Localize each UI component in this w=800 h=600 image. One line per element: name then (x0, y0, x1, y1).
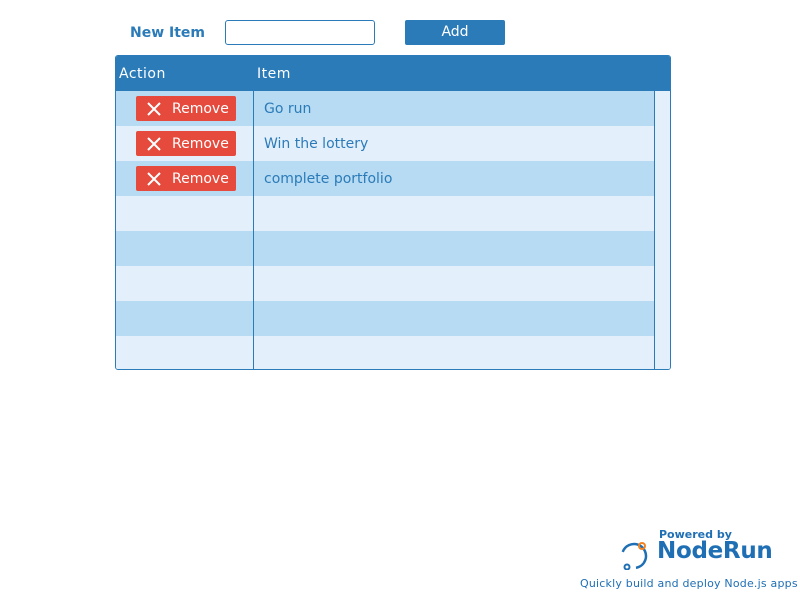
new-item-input[interactable] (225, 20, 375, 45)
new-item-label: New Item (130, 25, 206, 41)
remove-button-label: Remove (172, 135, 229, 152)
column-header-action[interactable]: Action (119, 56, 166, 91)
close-icon (136, 166, 172, 191)
remove-button[interactable]: Remove (136, 166, 236, 191)
brand-name: NodeRun (657, 538, 773, 564)
empty-row (116, 301, 670, 336)
remove-button-label: Remove (172, 100, 229, 117)
table-row: Remove complete portfolio (116, 161, 670, 196)
items-grid: Action Item Remove Go run Remove Win the… (115, 55, 671, 370)
item-text: complete portfolio (264, 171, 393, 187)
remove-button-label: Remove (172, 170, 229, 187)
close-icon (136, 96, 172, 121)
grid-body: Remove Go run Remove Win the lottery Rem… (116, 91, 670, 369)
remove-button[interactable]: Remove (136, 131, 236, 156)
grid-header: Action Item (116, 56, 670, 91)
empty-row (116, 196, 670, 231)
table-row: Remove Win the lottery (116, 126, 670, 161)
scrollbar-track[interactable] (655, 91, 670, 369)
add-button[interactable]: Add (405, 20, 505, 45)
remove-button[interactable]: Remove (136, 96, 236, 121)
column-header-item[interactable]: Item (257, 56, 291, 91)
empty-row (116, 231, 670, 266)
empty-row (116, 336, 670, 369)
column-divider (253, 91, 254, 369)
close-icon (136, 131, 172, 156)
tagline: Quickly build and deploy Node.js apps (580, 577, 798, 590)
empty-row (116, 266, 670, 301)
table-row: Remove Go run (116, 91, 670, 126)
item-text: Go run (264, 101, 312, 117)
item-text: Win the lottery (264, 136, 369, 152)
noderun-logo-icon (620, 542, 648, 570)
